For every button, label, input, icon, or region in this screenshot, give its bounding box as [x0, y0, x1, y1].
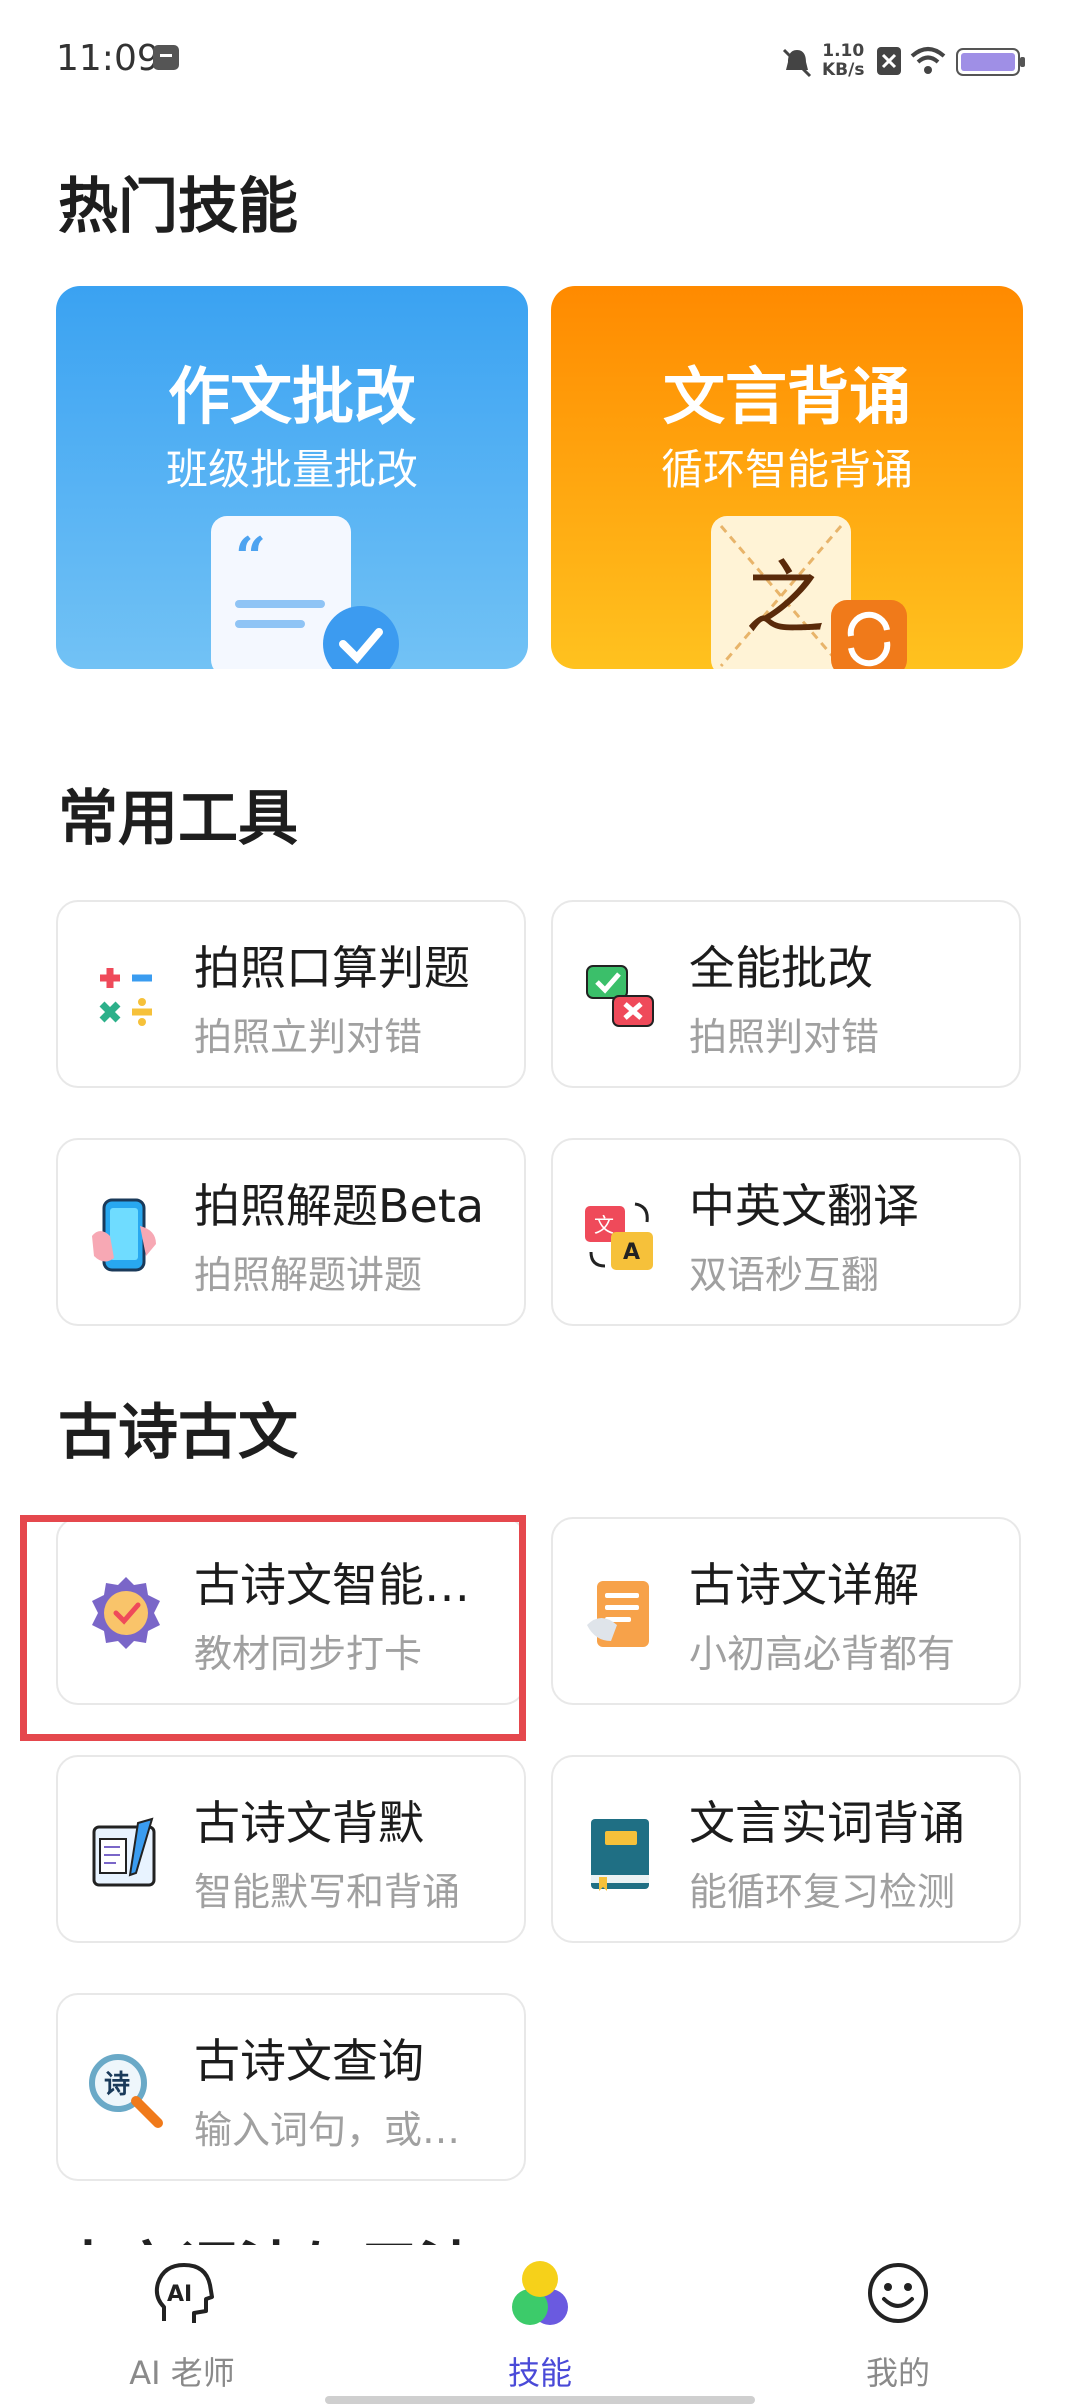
section-title-tools: 常用工具	[58, 784, 298, 854]
section-title-poetry: 古诗古文	[58, 1398, 298, 1468]
character-card-icon: 之	[711, 516, 907, 669]
tool-card-translate[interactable]: 文 A 中英文翻译 双语秒互翻	[551, 1138, 1021, 1326]
skills-balls-icon	[512, 2261, 568, 2325]
poetry-subtitle: 小初高必背都有	[689, 1632, 956, 1676]
hot-skill-essay[interactable]: 作文批改 班级批量批改 “	[56, 286, 528, 669]
tool-title: 中英文翻译	[689, 1179, 919, 1233]
wifi-icon	[910, 47, 946, 74]
notebook-pen-icon	[92, 1817, 156, 1887]
tab-bar: AI AI 老师 技能 我的	[0, 2245, 1080, 2408]
hot-skill-subtitle: 班级批量批改	[165, 445, 418, 494]
tool-subtitle: 双语秒互翻	[689, 1253, 880, 1297]
poetry-title: 古诗文背默	[194, 1796, 424, 1850]
tab-label: 技能	[507, 2354, 572, 2392]
tool-subtitle: 拍照解题讲题	[194, 1253, 423, 1297]
tool-subtitle: 拍照立判对错	[194, 1015, 423, 1059]
hot-skill-title: 文言背诵	[662, 360, 911, 433]
status-time: 11:09	[56, 38, 160, 79]
net-speed: 1.10 KB/s	[822, 41, 865, 80]
svg-text:A: A	[623, 1240, 640, 1265]
phone-hand-icon	[92, 1198, 156, 1272]
tool-subtitle: 拍照判对错	[689, 1015, 880, 1059]
tool-card-oral-math[interactable]: 拍照口算判题 拍照立判对错	[56, 900, 526, 1088]
tool-title: 拍照口算判题	[194, 941, 470, 995]
scroll-icon	[587, 1581, 649, 1647]
highlight-box	[20, 1515, 526, 1741]
poetry-card-words[interactable]: 文言实词背诵 能循环复习检测	[551, 1755, 1021, 1943]
smiley-icon	[868, 2263, 928, 2323]
svg-text:之: 之	[745, 552, 825, 645]
tool-title: 拍照解题Beta	[194, 1179, 485, 1233]
ai-head-icon: AI	[154, 2263, 214, 2323]
translate-icon: 文 A	[585, 1202, 653, 1270]
poetry-subtitle: 输入词句，或…	[194, 2108, 461, 2152]
svg-text:“: “	[235, 525, 266, 589]
svg-text:诗: 诗	[104, 2070, 130, 2100]
hot-skill-subtitle: 循环智能背诵	[660, 445, 913, 494]
poem-search-icon: 诗	[89, 2054, 163, 2128]
svg-text:文: 文	[594, 1213, 614, 1237]
math-symbols-icon	[99, 968, 152, 1026]
check-cross-bubbles-icon	[586, 965, 654, 1027]
message-icon	[153, 45, 179, 70]
tool-card-photo-solve[interactable]: 拍照解题Beta 拍照解题讲题	[56, 1138, 526, 1326]
poetry-title: 古诗文详解	[689, 1558, 919, 1612]
tab-ai-teacher[interactable]: AI AI 老师	[82, 2245, 282, 2395]
poetry-title: 文言实词背诵	[689, 1796, 965, 1850]
poetry-card-dictation[interactable]: 古诗文背默 智能默写和背诵	[56, 1755, 526, 1943]
book-icon	[591, 1819, 649, 1891]
hot-skill-title: 作文批改	[167, 360, 416, 433]
home-indicator[interactable]	[325, 2396, 755, 2404]
poetry-card-explain[interactable]: 古诗文详解 小初高必背都有	[551, 1517, 1021, 1705]
battery-icon	[956, 48, 1025, 76]
poetry-title: 古诗文查询	[194, 2034, 424, 2088]
document-check-icon: “	[211, 516, 399, 669]
tab-label: AI 老师	[129, 2354, 235, 2392]
poetry-subtitle: 智能默写和背诵	[194, 1870, 461, 1914]
poetry-subtitle: 能循环复习检测	[689, 1870, 956, 1914]
hot-skill-recite[interactable]: 文言背诵 循环智能背诵 之	[551, 286, 1023, 669]
tab-skills[interactable]: 技能	[440, 2245, 640, 2395]
tool-card-all-correct[interactable]: 全能批改 拍照判对错	[551, 900, 1021, 1088]
section-title-hot: 热门技能	[58, 172, 298, 242]
sim-off-icon	[877, 47, 901, 75]
mute-bell-icon	[782, 48, 812, 78]
tab-label: 我的	[865, 2354, 930, 2392]
tab-mine[interactable]: 我的	[798, 2245, 998, 2395]
status-bar: 11:09 1.10 KB/s	[0, 0, 1080, 120]
tool-title: 全能批改	[689, 941, 873, 995]
poetry-card-search[interactable]: 诗 古诗文查询 输入词句，或…	[56, 1993, 526, 2181]
svg-text:AI: AI	[167, 2282, 192, 2307]
